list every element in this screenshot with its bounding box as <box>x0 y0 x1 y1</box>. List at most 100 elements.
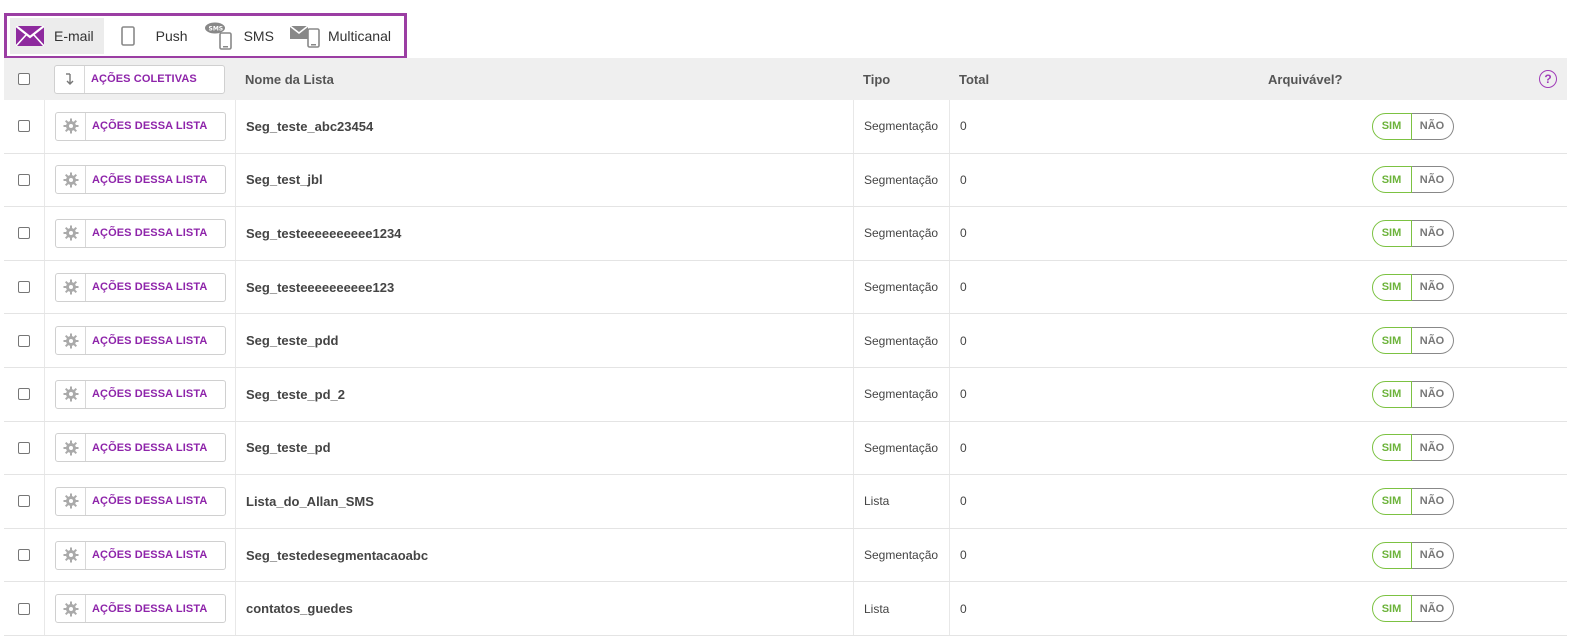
row-check-cell <box>4 582 44 635</box>
toggle-yes-button[interactable]: SIM <box>1371 487 1412 515</box>
sms-phone-icon: SMS <box>204 22 234 50</box>
toggle-yes-button[interactable]: SIM <box>1371 434 1412 462</box>
bulk-actions-button[interactable]: AÇÕES COLETIVAS <box>54 64 225 94</box>
toggle-no-button[interactable]: NÃO <box>1411 112 1454 140</box>
table-row: AÇÕES DESSA LISTA Seg_test_jbl Segmentaç… <box>4 153 1567 208</box>
sort-arrow-icon <box>55 65 85 93</box>
table-body: AÇÕES DESSA LISTA Seg_teste_abc23454 Seg… <box>4 100 1567 636</box>
row-check-cell <box>4 261 44 314</box>
toggle-no-button[interactable]: NÃO <box>1411 487 1454 515</box>
row-actions-button[interactable]: AÇÕES DESSA LISTA <box>55 433 226 463</box>
toggle-yes-button[interactable]: SIM <box>1371 112 1412 140</box>
toggle-yes-button[interactable]: SIM <box>1371 327 1412 355</box>
table-row: AÇÕES DESSA LISTA Seg_teste_pdd Segmenta… <box>4 314 1567 368</box>
list-name: Seg_test_jbl <box>235 153 853 207</box>
row-actions-button[interactable]: AÇÕES DESSA LISTA <box>55 218 226 248</box>
toggle-no-button[interactable]: NÃO <box>1411 541 1454 569</box>
list-type: Segmentação <box>853 314 949 367</box>
tab-push[interactable]: Push <box>104 18 198 54</box>
row-actions-button[interactable]: AÇÕES DESSA LISTA <box>55 379 226 409</box>
row-actions-cell: AÇÕES DESSA LISTA <box>44 475 235 528</box>
list-total: 0 <box>949 100 1258 153</box>
row-actions-button[interactable]: AÇÕES DESSA LISTA <box>55 165 226 195</box>
header-name: Nome da Lista <box>245 71 334 87</box>
row-actions-label: AÇÕES DESSA LISTA <box>92 281 208 294</box>
tab-email[interactable]: E-mail <box>10 18 104 54</box>
row-checkbox[interactable] <box>18 281 30 294</box>
row-actions-button[interactable]: AÇÕES DESSA LISTA <box>55 540 226 570</box>
list-type: Segmentação <box>853 528 949 582</box>
row-actions-button[interactable]: AÇÕES DESSA LISTA <box>55 486 226 516</box>
toggle-no-button[interactable]: NÃO <box>1411 273 1454 301</box>
row-actions-button[interactable]: AÇÕES DESSA LISTA <box>55 111 226 141</box>
toggle-yes-button[interactable]: SIM <box>1371 541 1412 569</box>
list-type: Segmentação <box>853 207 949 260</box>
row-check-cell <box>4 475 44 528</box>
list-name: Seg_testeeeeeeeeee123 <box>235 260 853 314</box>
row-checkbox[interactable] <box>18 173 30 186</box>
archivable-toggle: SIM NÃO <box>1371 112 1454 140</box>
envelope-icon <box>16 25 44 47</box>
archivable-cell: SIM NÃO <box>1258 582 1567 635</box>
archivable-cell: SIM NÃO <box>1258 475 1567 528</box>
toggle-yes-button[interactable]: SIM <box>1371 166 1412 194</box>
select-all-checkbox[interactable] <box>18 73 30 85</box>
toggle-yes-button[interactable]: SIM <box>1371 273 1412 301</box>
row-actions-button[interactable]: AÇÕES DESSA LISTA <box>55 326 226 356</box>
list-total: 0 <box>949 475 1258 528</box>
row-actions-label: AÇÕES DESSA LISTA <box>92 334 208 347</box>
tab-sms[interactable]: SMS SMS <box>198 18 284 54</box>
help-icon[interactable]: ? <box>1539 70 1557 88</box>
row-actions-label: AÇÕES DESSA LISTA <box>92 602 208 615</box>
list-type: Lista <box>853 475 949 528</box>
row-actions-label: AÇÕES DESSA LISTA <box>92 120 208 133</box>
toggle-no-button[interactable]: NÃO <box>1411 434 1454 462</box>
list-total: 0 <box>949 528 1258 582</box>
row-checkbox[interactable] <box>18 227 30 240</box>
toggle-yes-button[interactable]: SIM <box>1371 595 1412 623</box>
archivable-cell: SIM NÃO <box>1258 529 1567 582</box>
archivable-toggle: SIM NÃO <box>1371 595 1454 623</box>
row-checkbox[interactable] <box>18 334 30 347</box>
gear-icon <box>56 166 86 194</box>
toggle-yes-button[interactable]: SIM <box>1371 219 1412 247</box>
toggle-yes-button[interactable]: SIM <box>1371 380 1412 408</box>
list-name: Seg_teste_pdd <box>235 314 853 367</box>
list-total: 0 <box>949 582 1258 635</box>
archivable-toggle: SIM NÃO <box>1371 166 1454 194</box>
row-actions-button[interactable]: AÇÕES DESSA LISTA <box>55 272 226 302</box>
gear-icon <box>56 380 86 408</box>
tab-multicanal[interactable]: Multicanal <box>284 18 401 54</box>
row-checkbox[interactable] <box>18 495 30 508</box>
list-name: Seg_testedesegmentacaoabc <box>235 528 853 582</box>
row-check-cell <box>4 154 44 207</box>
row-actions-cell: AÇÕES DESSA LISTA <box>44 100 235 153</box>
row-check-cell <box>4 100 44 153</box>
toggle-no-button[interactable]: NÃO <box>1411 219 1454 247</box>
row-actions-label: AÇÕES DESSA LISTA <box>92 549 208 562</box>
list-name: Lista_do_Allan_SMS <box>235 475 853 528</box>
row-checkbox[interactable] <box>18 120 30 133</box>
lists-table: AÇÕES COLETIVAS Nome da Lista Tipo Total… <box>4 58 1567 636</box>
row-actions-label: AÇÕES DESSA LISTA <box>92 388 208 401</box>
gear-icon <box>56 434 86 462</box>
toggle-no-button[interactable]: NÃO <box>1411 166 1454 194</box>
multichannel-icon <box>289 25 322 48</box>
row-actions-button[interactable]: AÇÕES DESSA LISTA <box>55 594 226 624</box>
toggle-no-button[interactable]: NÃO <box>1411 380 1454 408</box>
tab-multicanal-label: Multicanal <box>327 28 391 44</box>
toggle-no-button[interactable]: NÃO <box>1411 595 1454 623</box>
archivable-toggle: SIM NÃO <box>1371 541 1454 569</box>
bulk-actions-label: AÇÕES COLETIVAS <box>91 73 197 85</box>
row-checkbox[interactable] <box>18 388 30 401</box>
row-actions-cell: AÇÕES DESSA LISTA <box>44 421 235 475</box>
row-checkbox[interactable] <box>18 549 30 562</box>
archivable-toggle: SIM NÃO <box>1371 380 1454 408</box>
channel-tabs: E-mail Push SMS SMS Multicanal <box>4 13 407 59</box>
header-total: Total <box>959 71 990 87</box>
list-type: Segmentação <box>853 421 949 475</box>
list-total: 0 <box>949 153 1258 207</box>
toggle-no-button[interactable]: NÃO <box>1411 327 1454 355</box>
row-checkbox[interactable] <box>18 441 30 454</box>
row-checkbox[interactable] <box>18 602 30 615</box>
